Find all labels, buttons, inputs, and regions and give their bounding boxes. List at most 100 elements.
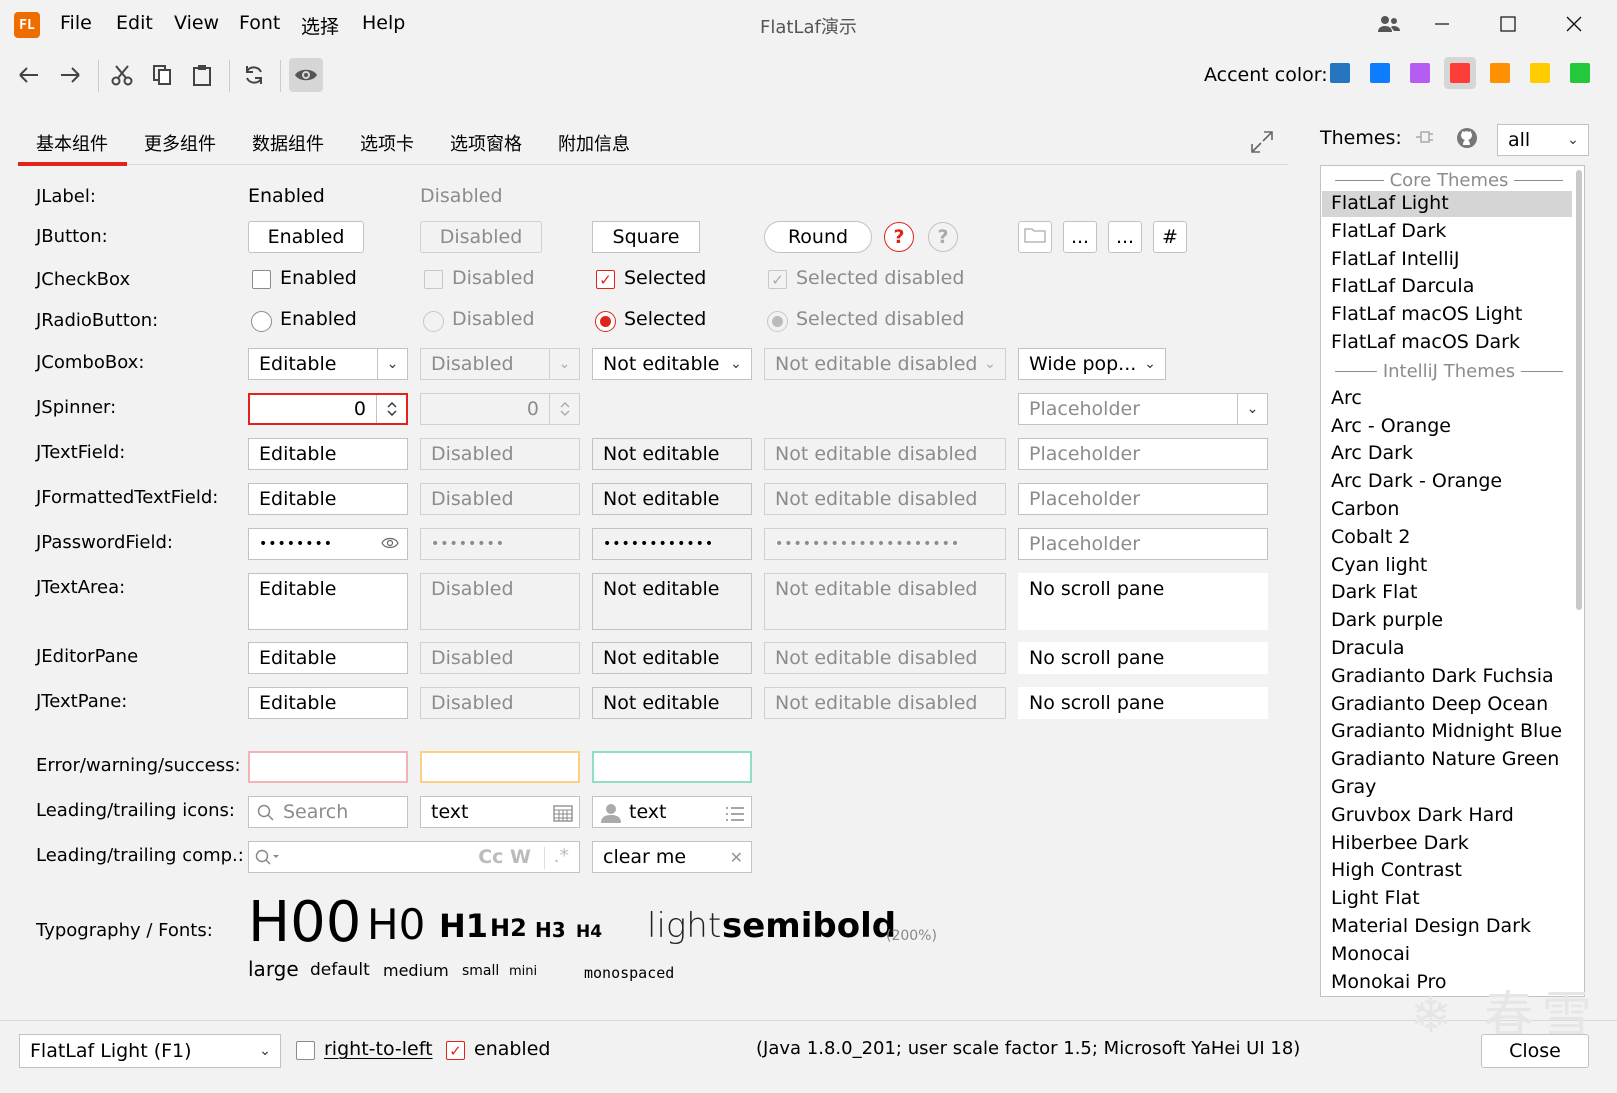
textfield-editable[interactable]: Editable xyxy=(248,438,408,470)
chevron-down-icon[interactable]: ⌄ xyxy=(721,349,751,379)
radio-selected-disabled-label[interactable]: Selected disabled xyxy=(796,308,964,330)
paste-icon[interactable] xyxy=(185,58,219,92)
tab-data-components[interactable]: 数据组件 xyxy=(252,130,324,156)
checkbox-selected-label[interactable]: Selected xyxy=(624,267,706,289)
textfield-not-editable[interactable]: Not editable xyxy=(592,438,752,470)
textpane-no-scroll-pane[interactable]: No scroll pane xyxy=(1018,687,1268,719)
close-window-button[interactable] xyxy=(1556,8,1592,40)
combo-disabled[interactable]: Disabled ⌄ xyxy=(420,348,580,380)
combo-placeholder[interactable]: Placeholder ⌄ xyxy=(1018,393,1268,425)
theme-item[interactable]: Gradianto Nature Green xyxy=(1331,748,1559,770)
rtl-checkbox[interactable] xyxy=(296,1041,315,1060)
textpane-editable[interactable]: Editable xyxy=(248,687,408,719)
theme-item[interactable]: FlatLaf macOS Dark xyxy=(1331,331,1520,353)
match-case-words-toggles[interactable]: Cc W xyxy=(478,846,531,868)
accent-swatch-3[interactable] xyxy=(1410,63,1430,83)
checkbox-enabled[interactable] xyxy=(252,270,271,289)
theme-item[interactable]: Cobalt 2 xyxy=(1331,526,1410,548)
theme-item[interactable]: Cyan light xyxy=(1331,554,1427,576)
expand-icon[interactable] xyxy=(1250,130,1274,160)
checkbox-enabled-label[interactable]: Enabled xyxy=(280,267,357,289)
button-disabled[interactable]: Disabled xyxy=(420,221,542,253)
eye-icon[interactable] xyxy=(289,58,323,92)
theme-item[interactable]: Arc Dark xyxy=(1331,442,1413,464)
search-options-icon[interactable] xyxy=(255,849,281,872)
textpane-not-editable-disabled[interactable]: Not editable disabled xyxy=(764,687,1006,719)
textarea-not-editable[interactable]: Not editable xyxy=(592,573,752,630)
theme-item[interactable]: Gradianto Deep Ocean xyxy=(1331,693,1548,715)
spinner-arrows-icon[interactable] xyxy=(376,395,406,423)
users-icon[interactable] xyxy=(1371,8,1407,40)
formatted-not-editable-disabled[interactable]: Not editable disabled xyxy=(764,483,1006,515)
menu-select[interactable]: 选择 xyxy=(301,12,339,39)
button-enabled[interactable]: Enabled xyxy=(248,221,364,253)
editorpane-editable[interactable]: Editable xyxy=(248,642,408,674)
close-button[interactable]: Close xyxy=(1481,1034,1589,1068)
regex-icon[interactable]: .* xyxy=(553,845,569,867)
clear-me-field[interactable]: clear me ✕ xyxy=(592,841,752,873)
rtl-label[interactable]: right-to-left xyxy=(324,1038,433,1060)
tab-option-panes[interactable]: 选项窗格 xyxy=(450,130,522,156)
textfield-not-editable-disabled[interactable]: Not editable disabled xyxy=(764,438,1006,470)
back-arrow-icon[interactable] xyxy=(12,58,46,92)
hash-button[interactable]: # xyxy=(1153,221,1187,253)
forward-arrow-icon[interactable] xyxy=(53,58,87,92)
formatted-not-editable[interactable]: Not editable xyxy=(592,483,752,515)
plugin-icon[interactable] xyxy=(1412,127,1436,151)
textpane-disabled[interactable]: Disabled xyxy=(420,687,580,719)
theme-item[interactable]: Dark purple xyxy=(1331,609,1443,631)
button-round[interactable]: Round xyxy=(764,221,872,253)
textarea-disabled[interactable]: Disabled xyxy=(420,573,580,630)
theme-item[interactable]: High Contrast xyxy=(1331,859,1462,881)
theme-item[interactable]: Dark Flat xyxy=(1331,581,1417,603)
reveal-eye-icon[interactable] xyxy=(381,536,399,554)
checkbox-selected-disabled-label[interactable]: Selected disabled xyxy=(796,267,964,289)
theme-item[interactable]: Gruvbox Dark Hard xyxy=(1331,804,1514,826)
search-options-field[interactable]: Cc W .* xyxy=(248,841,580,873)
text-with-calendar-field[interactable]: text xyxy=(420,796,580,828)
accent-swatch-5[interactable] xyxy=(1490,63,1510,83)
password-disabled[interactable]: •••••••• xyxy=(420,528,580,560)
menu-file[interactable]: File xyxy=(60,12,92,34)
tab-extras[interactable]: 附加信息 xyxy=(558,130,630,156)
theme-item[interactable]: Monocai xyxy=(1331,943,1410,965)
theme-item[interactable]: Hiberbee Dark xyxy=(1331,832,1469,854)
menu-view[interactable]: View xyxy=(174,12,219,34)
folder-button[interactable] xyxy=(1018,221,1052,253)
calendar-icon[interactable] xyxy=(553,804,573,827)
theme-item[interactable]: Gradianto Midnight Blue xyxy=(1331,720,1562,742)
ellipsis-button-1[interactable]: ... xyxy=(1063,221,1097,253)
textarea-not-editable-disabled[interactable]: Not editable disabled xyxy=(764,573,1006,630)
password-placeholder[interactable]: Placeholder xyxy=(1018,528,1268,560)
themes-list[interactable]: Core Themes FlatLaf Light FlatLaf Dark Fla… xyxy=(1320,165,1585,997)
list-icon[interactable] xyxy=(725,805,745,827)
editorpane-not-editable-disabled[interactable]: Not editable disabled xyxy=(764,642,1006,674)
chevron-down-icon[interactable]: ⌄ xyxy=(377,349,407,379)
radio-enabled-label[interactable]: Enabled xyxy=(280,308,357,330)
theme-item[interactable]: Gray xyxy=(1331,776,1376,798)
accent-swatch-6[interactable] xyxy=(1530,63,1550,83)
accent-swatch-7[interactable] xyxy=(1570,63,1590,83)
themes-scrollbar[interactable] xyxy=(1576,170,1582,610)
theme-item[interactable]: Gradianto Dark Fuchsia xyxy=(1331,665,1554,687)
editorpane-disabled[interactable]: Disabled xyxy=(420,642,580,674)
checkbox-disabled-label[interactable]: Disabled xyxy=(452,267,535,289)
editorpane-no-scroll-pane[interactable]: No scroll pane xyxy=(1018,642,1268,674)
checkbox-disabled[interactable] xyxy=(424,270,443,289)
clear-icon[interactable]: ✕ xyxy=(730,848,743,867)
menu-help[interactable]: Help xyxy=(362,12,405,34)
combo-editable[interactable]: Editable ⌄ xyxy=(248,348,408,380)
textpane-not-editable[interactable]: Not editable xyxy=(592,687,752,719)
tab-basic-components[interactable]: 基本组件 xyxy=(36,130,108,156)
tab-tabs[interactable]: 选项卡 xyxy=(360,130,414,156)
theme-item[interactable]: Dracula xyxy=(1331,637,1405,659)
textarea-editable[interactable]: Editable xyxy=(248,573,408,630)
spinner-arrows-icon[interactable] xyxy=(549,394,579,424)
textfield-disabled[interactable]: Disabled xyxy=(420,438,580,470)
theme-item[interactable]: FlatLaf Darcula xyxy=(1331,275,1474,297)
menu-font[interactable]: Font xyxy=(239,12,280,34)
chevron-down-icon[interactable]: ⌄ xyxy=(1135,349,1165,379)
theme-item[interactable]: Light Flat xyxy=(1331,887,1420,909)
enabled-label[interactable]: enabled xyxy=(474,1038,550,1060)
formatted-disabled[interactable]: Disabled xyxy=(420,483,580,515)
